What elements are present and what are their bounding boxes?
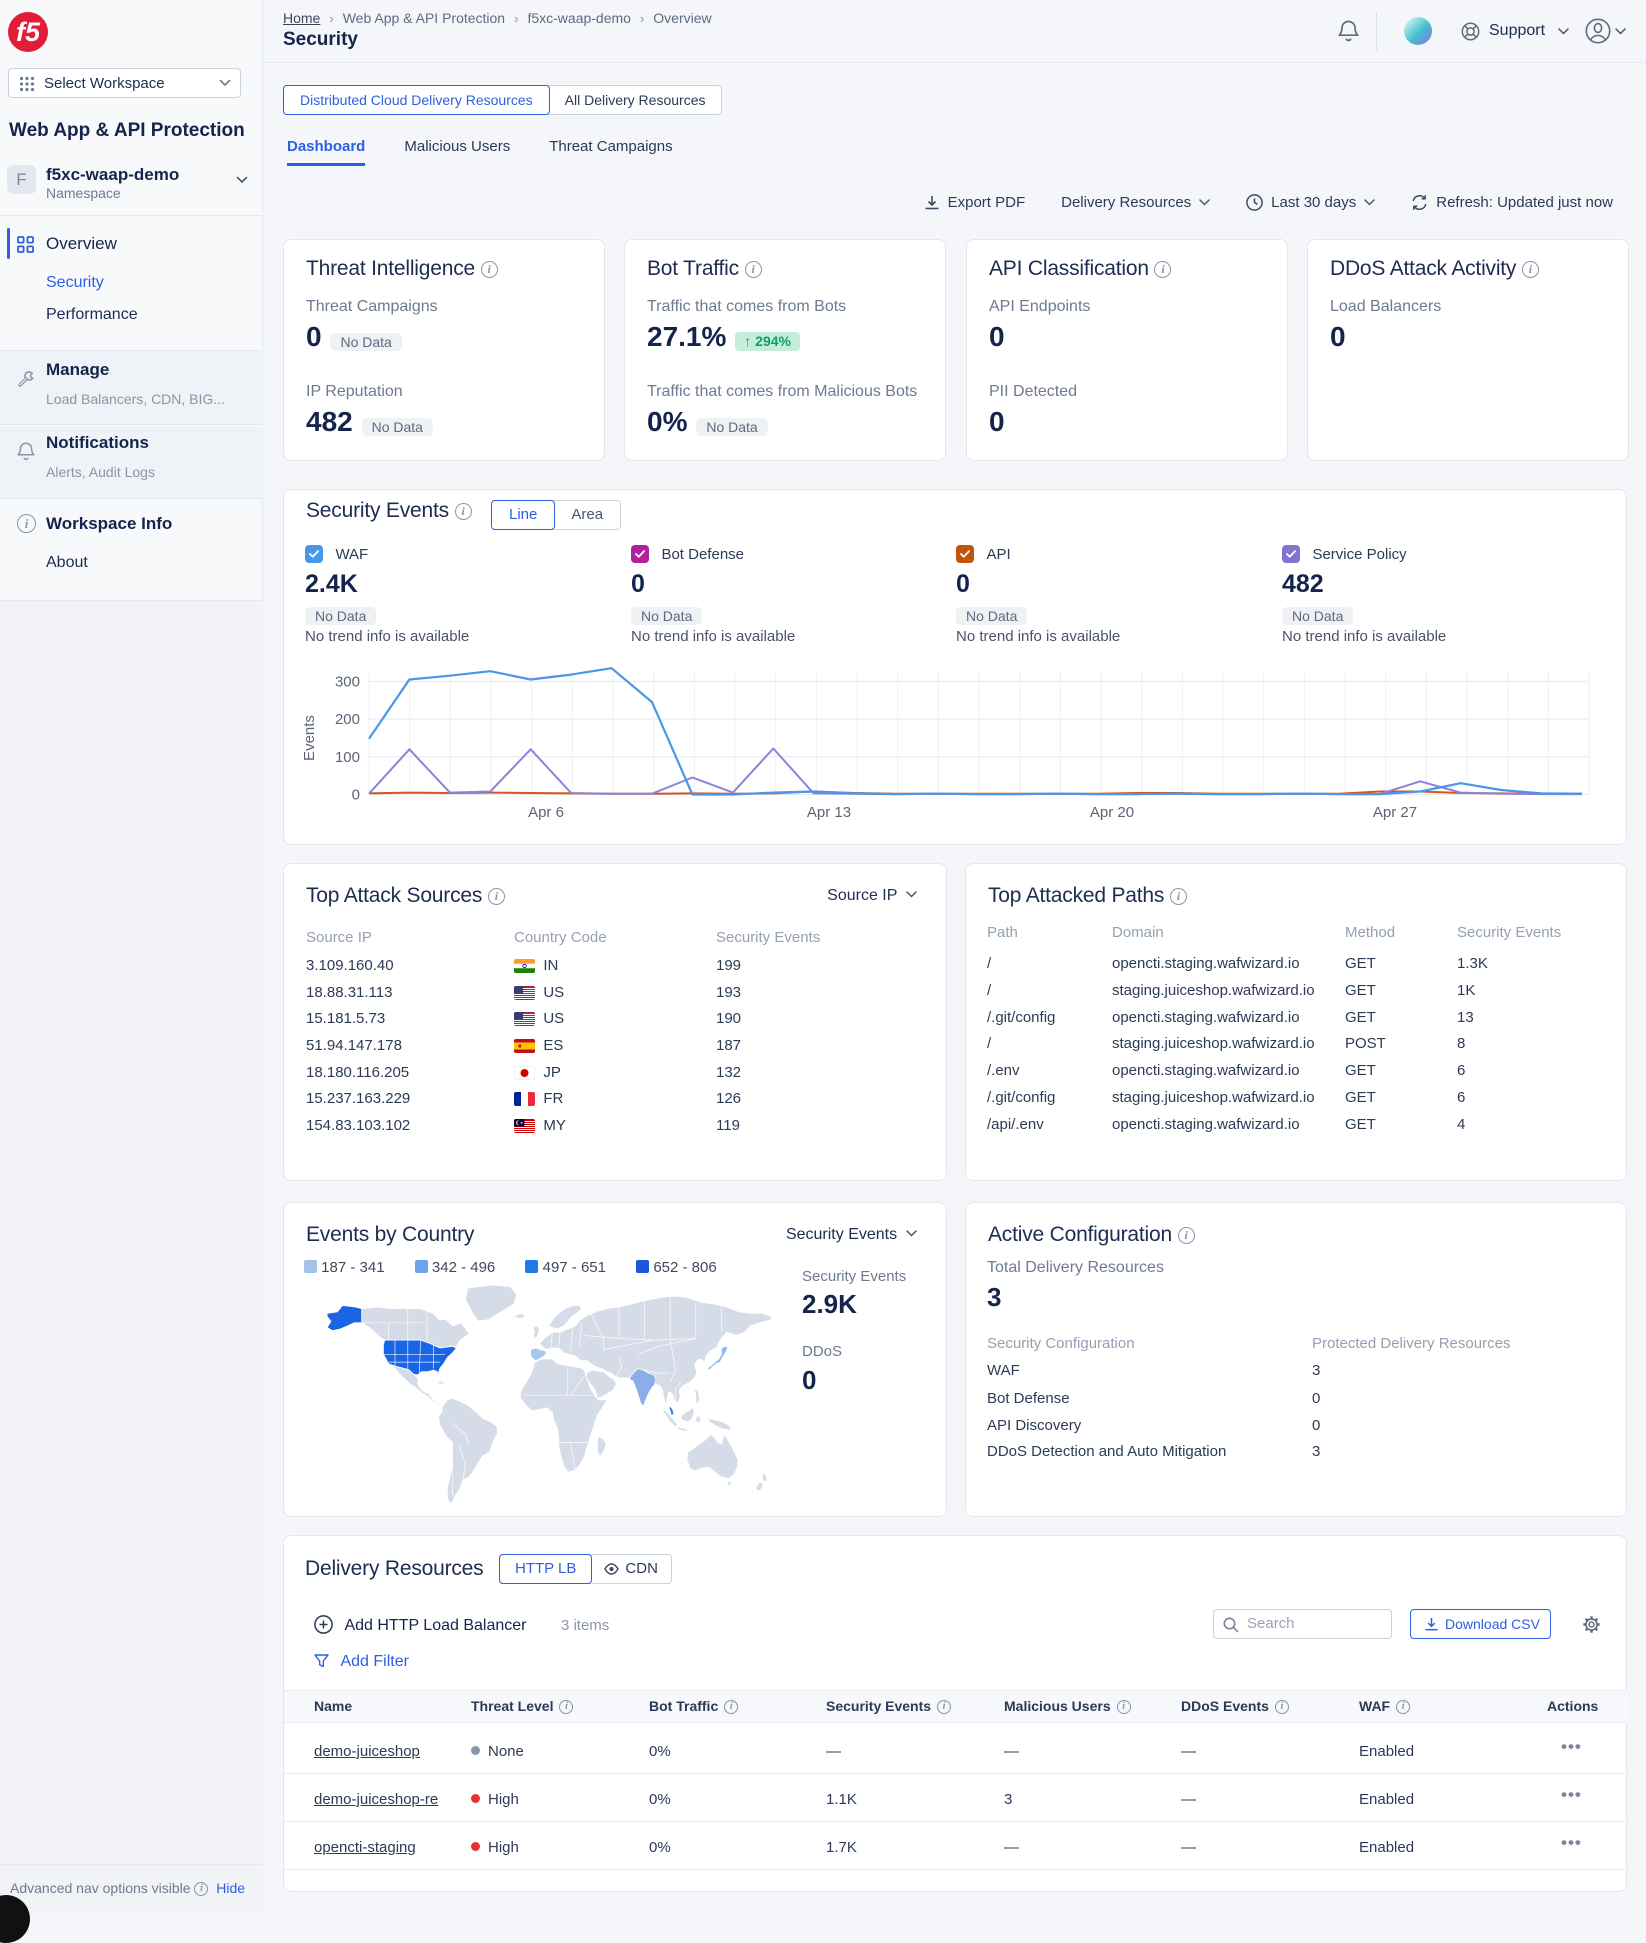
svg-text:300: 300: [335, 673, 360, 690]
svg-text:Apr 6: Apr 6: [528, 804, 564, 821]
svg-text:Apr 20: Apr 20: [1090, 804, 1134, 821]
svg-text:Apr 13: Apr 13: [807, 804, 851, 821]
svg-text:100: 100: [335, 749, 360, 766]
svg-text:Apr 27: Apr 27: [1373, 804, 1417, 821]
svg-text:f5: f5: [16, 17, 41, 47]
svg-text:200: 200: [335, 711, 360, 728]
svg-text:Events: Events: [301, 715, 318, 761]
svg-text:0: 0: [352, 787, 360, 804]
